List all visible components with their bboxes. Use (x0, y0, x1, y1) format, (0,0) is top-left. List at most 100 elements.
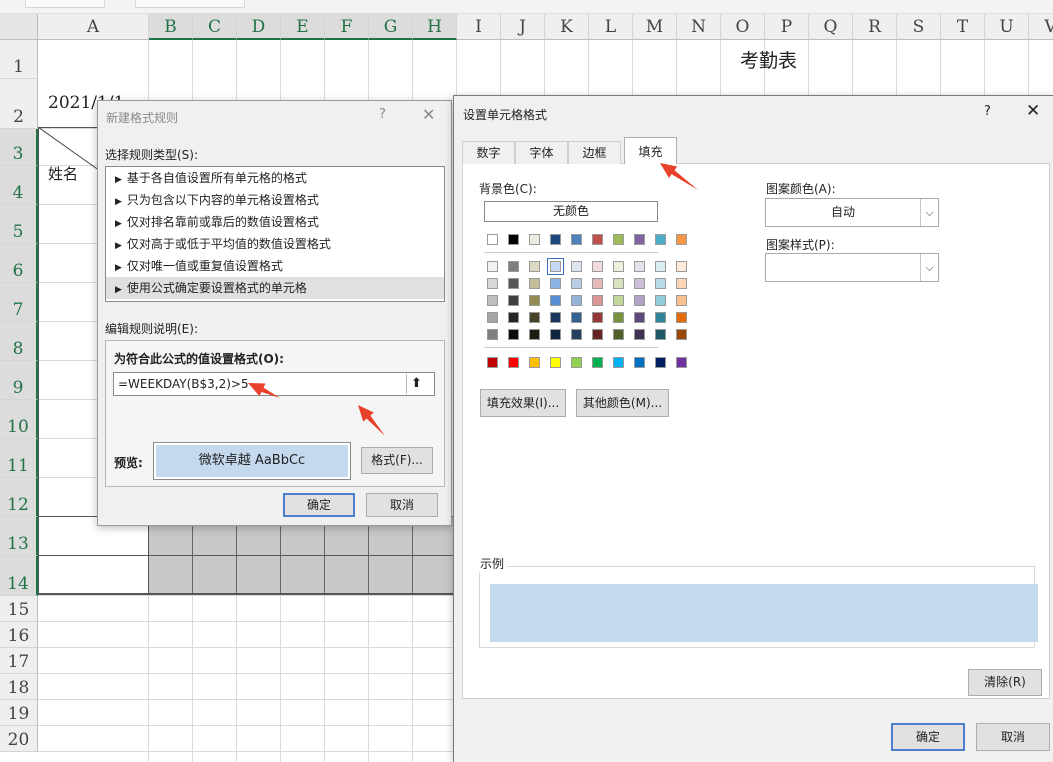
row-header[interactable]: 20 (0, 726, 38, 752)
row-header[interactable]: 19 (0, 700, 38, 726)
column-header[interactable]: P (765, 14, 809, 40)
color-swatch[interactable] (571, 295, 582, 306)
color-swatch[interactable] (655, 329, 666, 340)
color-swatch[interactable] (655, 357, 666, 368)
color-swatch[interactable] (655, 295, 666, 306)
color-swatch[interactable] (613, 295, 624, 306)
tab-fill[interactable]: 填充 (624, 137, 677, 165)
color-swatch[interactable] (529, 278, 540, 289)
rule-type-item[interactable]: ▶ 仅对唯一值或重复值设置格式 (106, 255, 444, 277)
color-swatch[interactable] (676, 295, 687, 306)
color-swatch[interactable] (676, 234, 687, 245)
ok-button[interactable]: 确定 (891, 723, 965, 751)
format-button[interactable]: 格式(F)... (361, 447, 433, 474)
color-swatch[interactable] (508, 357, 519, 368)
color-swatch[interactable] (592, 329, 603, 340)
color-swatch[interactable] (676, 261, 687, 272)
column-header[interactable]: I (457, 14, 501, 40)
color-swatch[interactable] (676, 312, 687, 323)
color-swatch[interactable] (529, 357, 540, 368)
color-swatch[interactable] (487, 312, 498, 323)
color-swatch[interactable] (592, 278, 603, 289)
cancel-button[interactable]: 取消 (976, 723, 1050, 751)
color-swatch[interactable] (508, 234, 519, 245)
color-swatch[interactable] (529, 295, 540, 306)
color-swatch[interactable] (487, 234, 498, 245)
cancel-button[interactable]: 取消 (366, 493, 438, 517)
color-swatch[interactable] (547, 258, 564, 275)
color-swatch[interactable] (634, 234, 645, 245)
color-swatch[interactable] (634, 278, 645, 289)
color-swatch[interactable] (613, 278, 624, 289)
sheet-title-cell[interactable]: 考勤表 (740, 46, 797, 73)
rule-type-item[interactable]: ▶ 只为包含以下内容的单元格设置格式 (106, 189, 444, 211)
row-header[interactable]: 12 (0, 478, 38, 517)
color-swatch[interactable] (592, 234, 603, 245)
color-swatch[interactable] (634, 329, 645, 340)
color-swatch[interactable] (592, 295, 603, 306)
no-color-button[interactable]: 无颜色 (484, 201, 658, 222)
column-header[interactable]: E (281, 14, 325, 40)
color-swatch[interactable] (529, 234, 540, 245)
column-header[interactable]: D (237, 14, 281, 40)
color-swatch[interactable] (487, 261, 498, 272)
color-swatch[interactable] (613, 329, 624, 340)
color-swatch[interactable] (508, 329, 519, 340)
row-header[interactable]: 16 (0, 622, 38, 648)
column-header[interactable]: A (38, 14, 149, 40)
color-swatch[interactable] (592, 357, 603, 368)
column-header[interactable]: G (369, 14, 413, 40)
color-swatch[interactable] (571, 312, 582, 323)
chevron-down-icon[interactable]: ⌵ (920, 254, 938, 281)
column-header[interactable]: L (589, 14, 633, 40)
rule-type-list[interactable]: ▶ 基于各自值设置所有单元格的格式 ▶ 只为包含以下内容的单元格设置格式 ▶ 仅对排名靠前… (105, 166, 445, 302)
row-header[interactable]: 14 (0, 556, 38, 596)
chevron-down-icon[interactable]: ⌵ (920, 199, 938, 226)
color-swatch[interactable] (655, 261, 666, 272)
color-swatch[interactable] (529, 261, 540, 272)
row-header[interactable]: 7 (0, 283, 38, 322)
color-swatch[interactable] (508, 312, 519, 323)
color-swatch[interactable] (487, 295, 498, 306)
color-swatch[interactable] (487, 357, 498, 368)
column-header[interactable]: B (149, 14, 193, 40)
column-header[interactable]: Q (809, 14, 853, 40)
rule-type-item[interactable]: ▶ 仅对高于或低于平均值的数值设置格式 (106, 233, 444, 255)
row-header[interactable]: 11 (0, 439, 38, 478)
ok-button[interactable]: 确定 (283, 493, 355, 517)
color-swatch[interactable] (634, 357, 645, 368)
help-icon[interactable]: ? (984, 104, 991, 119)
column-header[interactable]: C (193, 14, 237, 40)
row-header[interactable]: 9 (0, 361, 38, 400)
color-swatch[interactable] (634, 261, 645, 272)
color-swatch[interactable] (550, 278, 561, 289)
more-colors-button[interactable]: 其他颜色(M)... (576, 389, 669, 417)
color-swatch[interactable] (571, 234, 582, 245)
column-header[interactable]: M (633, 14, 677, 40)
tab-font[interactable]: 字体 (515, 141, 568, 164)
column-header[interactable]: H (413, 14, 457, 40)
row-header[interactable]: 10 (0, 400, 38, 439)
color-swatch[interactable] (613, 312, 624, 323)
fill-effects-button[interactable]: 填充效果(I)... (480, 389, 566, 417)
rule-type-item[interactable]: ▶ 基于各自值设置所有单元格的格式 (106, 167, 444, 189)
color-swatch[interactable] (676, 278, 687, 289)
close-icon[interactable]: ✕ (422, 105, 435, 124)
column-header[interactable]: U (985, 14, 1029, 40)
row-header[interactable]: 15 (0, 596, 38, 622)
pattern-color-select[interactable]: 自动 ⌵ (765, 198, 939, 227)
pattern-style-select[interactable]: ⌵ (765, 253, 939, 282)
tab-border[interactable]: 边框 (568, 141, 621, 164)
column-header[interactable]: V (1029, 14, 1053, 40)
tab-number[interactable]: 数字 (462, 141, 515, 164)
color-swatch[interactable] (487, 278, 498, 289)
color-swatch[interactable] (571, 278, 582, 289)
color-swatch[interactable] (634, 312, 645, 323)
row-header[interactable]: 13 (0, 517, 38, 556)
rule-type-item[interactable]: ▶ 仅对排名靠前或靠后的数值设置格式 (106, 211, 444, 233)
row-header[interactable]: 8 (0, 322, 38, 361)
row-header[interactable]: 17 (0, 648, 38, 674)
help-icon[interactable]: ? (379, 107, 386, 122)
color-swatch[interactable] (529, 312, 540, 323)
rule-type-item[interactable]: ▶ 使用公式确定要设置格式的单元格 (106, 277, 444, 299)
